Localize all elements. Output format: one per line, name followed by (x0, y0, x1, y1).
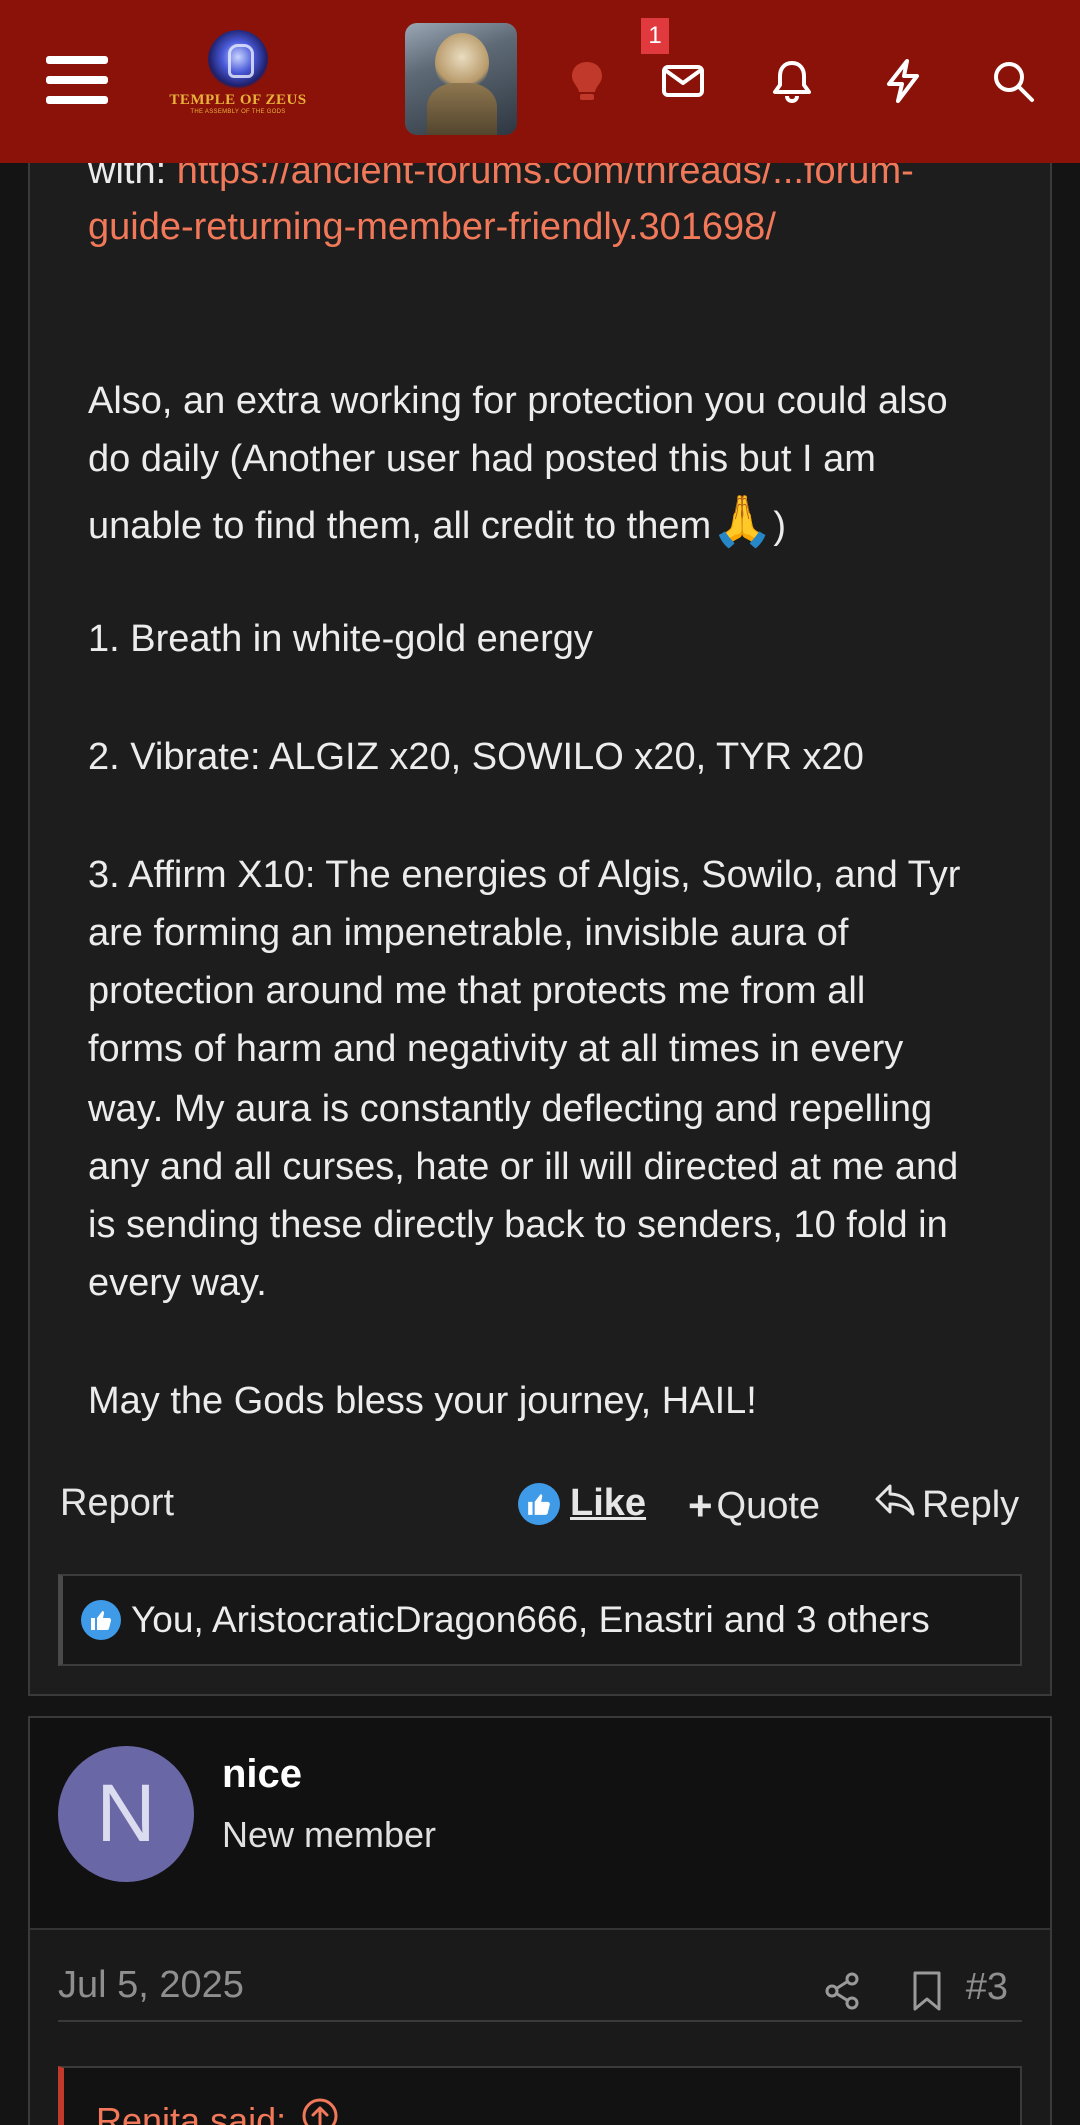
step-one: 1. Breath in white-gold energy (88, 618, 593, 660)
logo-emblem (208, 30, 268, 90)
thread-link-continued[interactable]: guide-returning-member-friendly.301698/ (88, 206, 776, 248)
paragraph-close: ) (773, 505, 787, 547)
reply-button[interactable]: Reply (874, 1482, 1019, 1528)
site-logo[interactable]: TEMPLE OF ZEUS THE ASSEMBLY OF THE GODS (168, 30, 308, 126)
step-three-line: are forming an impenetrable, invisible a… (88, 912, 849, 954)
search-icon[interactable] (990, 58, 1036, 104)
step-three-line: every way. (88, 1262, 267, 1304)
step-three-line: is sending these directly back to sender… (88, 1204, 948, 1246)
reactions-bar[interactable]: You, AristocraticDragon666, Enastri and … (58, 1574, 1022, 1666)
like-button[interactable]: Like (518, 1482, 646, 1525)
report-label: Report (60, 1482, 175, 1524)
post-actions: Report Like + Quote Reply (0, 1476, 1080, 1536)
step-three-line: way. My aura is constantly deflecting an… (88, 1088, 933, 1130)
paragraph-line: Also, an extra working for protection yo… (88, 380, 948, 422)
reply-arrow-icon (874, 1482, 916, 1528)
post-meta: Jul 5, 2025 #3 (58, 1964, 1022, 2022)
report-button[interactable]: Report (60, 1482, 174, 1525)
quote-author-label: Renita said: (96, 2099, 287, 2125)
thumbs-up-icon (81, 1600, 121, 1640)
avatar[interactable]: N (58, 1746, 194, 1882)
thumbs-up-icon (518, 1482, 560, 1525)
paragraph-line: do daily (Another user had posted this b… (88, 438, 876, 480)
quote-label: Quote (716, 1484, 821, 1527)
user-title: New member (222, 1814, 437, 1855)
logo-subtitle: THE ASSEMBLY OF THE GODS (190, 109, 286, 115)
lightbulb-icon[interactable] (564, 58, 610, 104)
quote-block: Renita said: (58, 2066, 1022, 2125)
quote-author[interactable]: Renita said: (96, 2096, 340, 2125)
step-three-line: forms of harm and negativity at all time… (88, 1028, 904, 1070)
reply-label: Reply (922, 1483, 1020, 1526)
notification-badge: 1 (641, 18, 669, 54)
step-three-line: 3. Affirm X10: The energies of Algis, So… (88, 854, 961, 896)
post-number[interactable]: #3 (966, 1966, 1008, 2009)
share-icon[interactable] (822, 1970, 864, 2012)
post-card: with: https://ancient-forums.com/threads… (28, 110, 1052, 1696)
step-three-line: any and all curses, hate or ill will dir… (88, 1146, 959, 1188)
praying-hands-icon: 🙏 (711, 493, 774, 549)
hamburger-menu-icon[interactable] (46, 56, 108, 104)
reactions-text: You, AristocraticDragon666, Enastri and … (131, 1599, 930, 1640)
bookmark-icon[interactable] (906, 1970, 948, 2012)
like-label: Like (570, 1482, 647, 1524)
post-card-reply: N nice New member Jul 5, 2025 #3 Renita … (28, 1716, 1052, 2125)
lightning-bolt-icon[interactable] (880, 58, 926, 104)
logo-title: TEMPLE OF ZEUS (169, 92, 307, 108)
quote-button[interactable]: + Quote (688, 1482, 820, 1530)
plus-icon: + (688, 1482, 713, 1529)
user-block: N nice New member (30, 1718, 1050, 1930)
closing-line: May the Gods bless your journey, HAIL! (88, 1380, 757, 1422)
user-avatar[interactable] (405, 23, 517, 135)
post-date[interactable]: Jul 5, 2025 (58, 1964, 244, 2007)
top-navigation-bar: TEMPLE OF ZEUS THE ASSEMBLY OF THE GODS … (0, 0, 1080, 163)
step-three-line: protection around me that protects me fr… (88, 970, 866, 1012)
bell-icon[interactable] (769, 58, 815, 104)
envelope-icon[interactable] (660, 58, 706, 104)
username[interactable]: nice (222, 1752, 302, 1797)
arrow-up-circle-icon (300, 2096, 340, 2125)
step-two: 2. Vibrate: ALGIZ x20, SOWILO x20, TYR x… (88, 736, 864, 778)
paragraph-line: unable to find them, all credit to them (88, 505, 712, 547)
